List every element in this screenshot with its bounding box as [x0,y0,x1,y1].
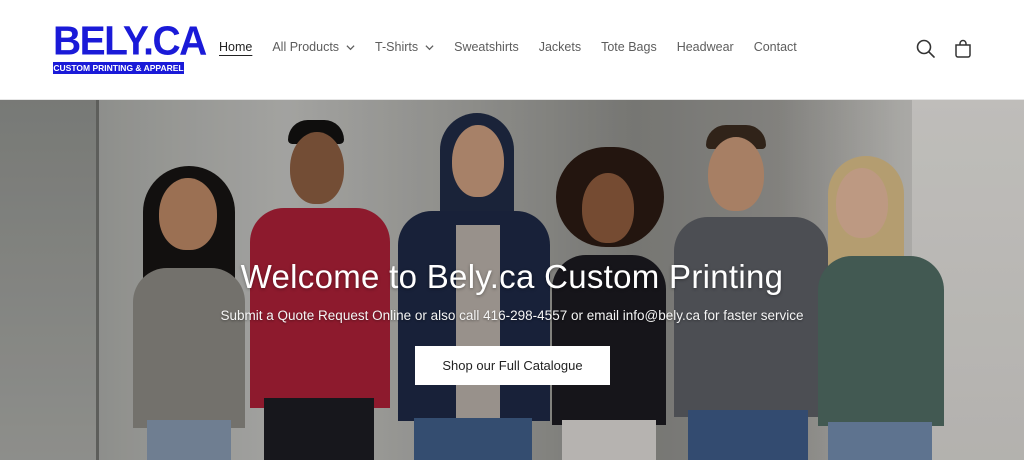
hero-banner: Welcome to Bely.ca Custom Printing Submi… [0,100,1024,460]
search-icon[interactable] [915,38,937,60]
nav-item-label: Jackets [538,40,582,54]
hero-subtitle: Submit a Quote Request Online or also ca… [220,308,804,323]
nav-item-jackets[interactable]: Jackets [539,40,581,54]
nav-item-label: Home [219,40,253,54]
nav-item-label: Contact [753,40,797,54]
nav-item-headwear[interactable]: Headwear [677,40,734,54]
nav-item-t-shirts[interactable]: T-Shirts [375,40,434,54]
nav-item-all-products[interactable]: All Products [272,40,355,54]
hero-title: Welcome to Bely.ca Custom Printing [240,258,784,295]
chevron-down-icon [425,44,434,50]
site-header: BELY.CA CUSTOM PRINTING & APPAREL Home A… [0,0,1024,100]
nav-item-label: All Products [272,40,340,54]
chevron-down-icon [346,44,355,50]
nav-item-label: T-Shirts [375,40,419,54]
cart-icon[interactable] [952,38,974,60]
header-icons [900,38,974,60]
logo-wordmark: BELY.CA [53,18,207,65]
nav-item-home[interactable]: Home [219,40,252,54]
shop-catalogue-button[interactable]: Shop our Full Catalogue [415,346,610,385]
nav-item-sweatshirts[interactable]: Sweatshirts [454,40,519,54]
nav-item-label: Headwear [676,40,734,54]
nav-item-label: Sweatshirts [454,40,519,54]
nav-item-contact[interactable]: Contact [754,40,797,54]
nav-item-tote-bags[interactable]: Tote Bags [601,40,657,54]
main-nav: Home All Products T-Shirts Sweatshirts J… [219,40,817,54]
nav-item-label: Tote Bags [601,40,657,54]
logo[interactable]: BELY.CA CUSTOM PRINTING & APPAREL [53,18,207,76]
